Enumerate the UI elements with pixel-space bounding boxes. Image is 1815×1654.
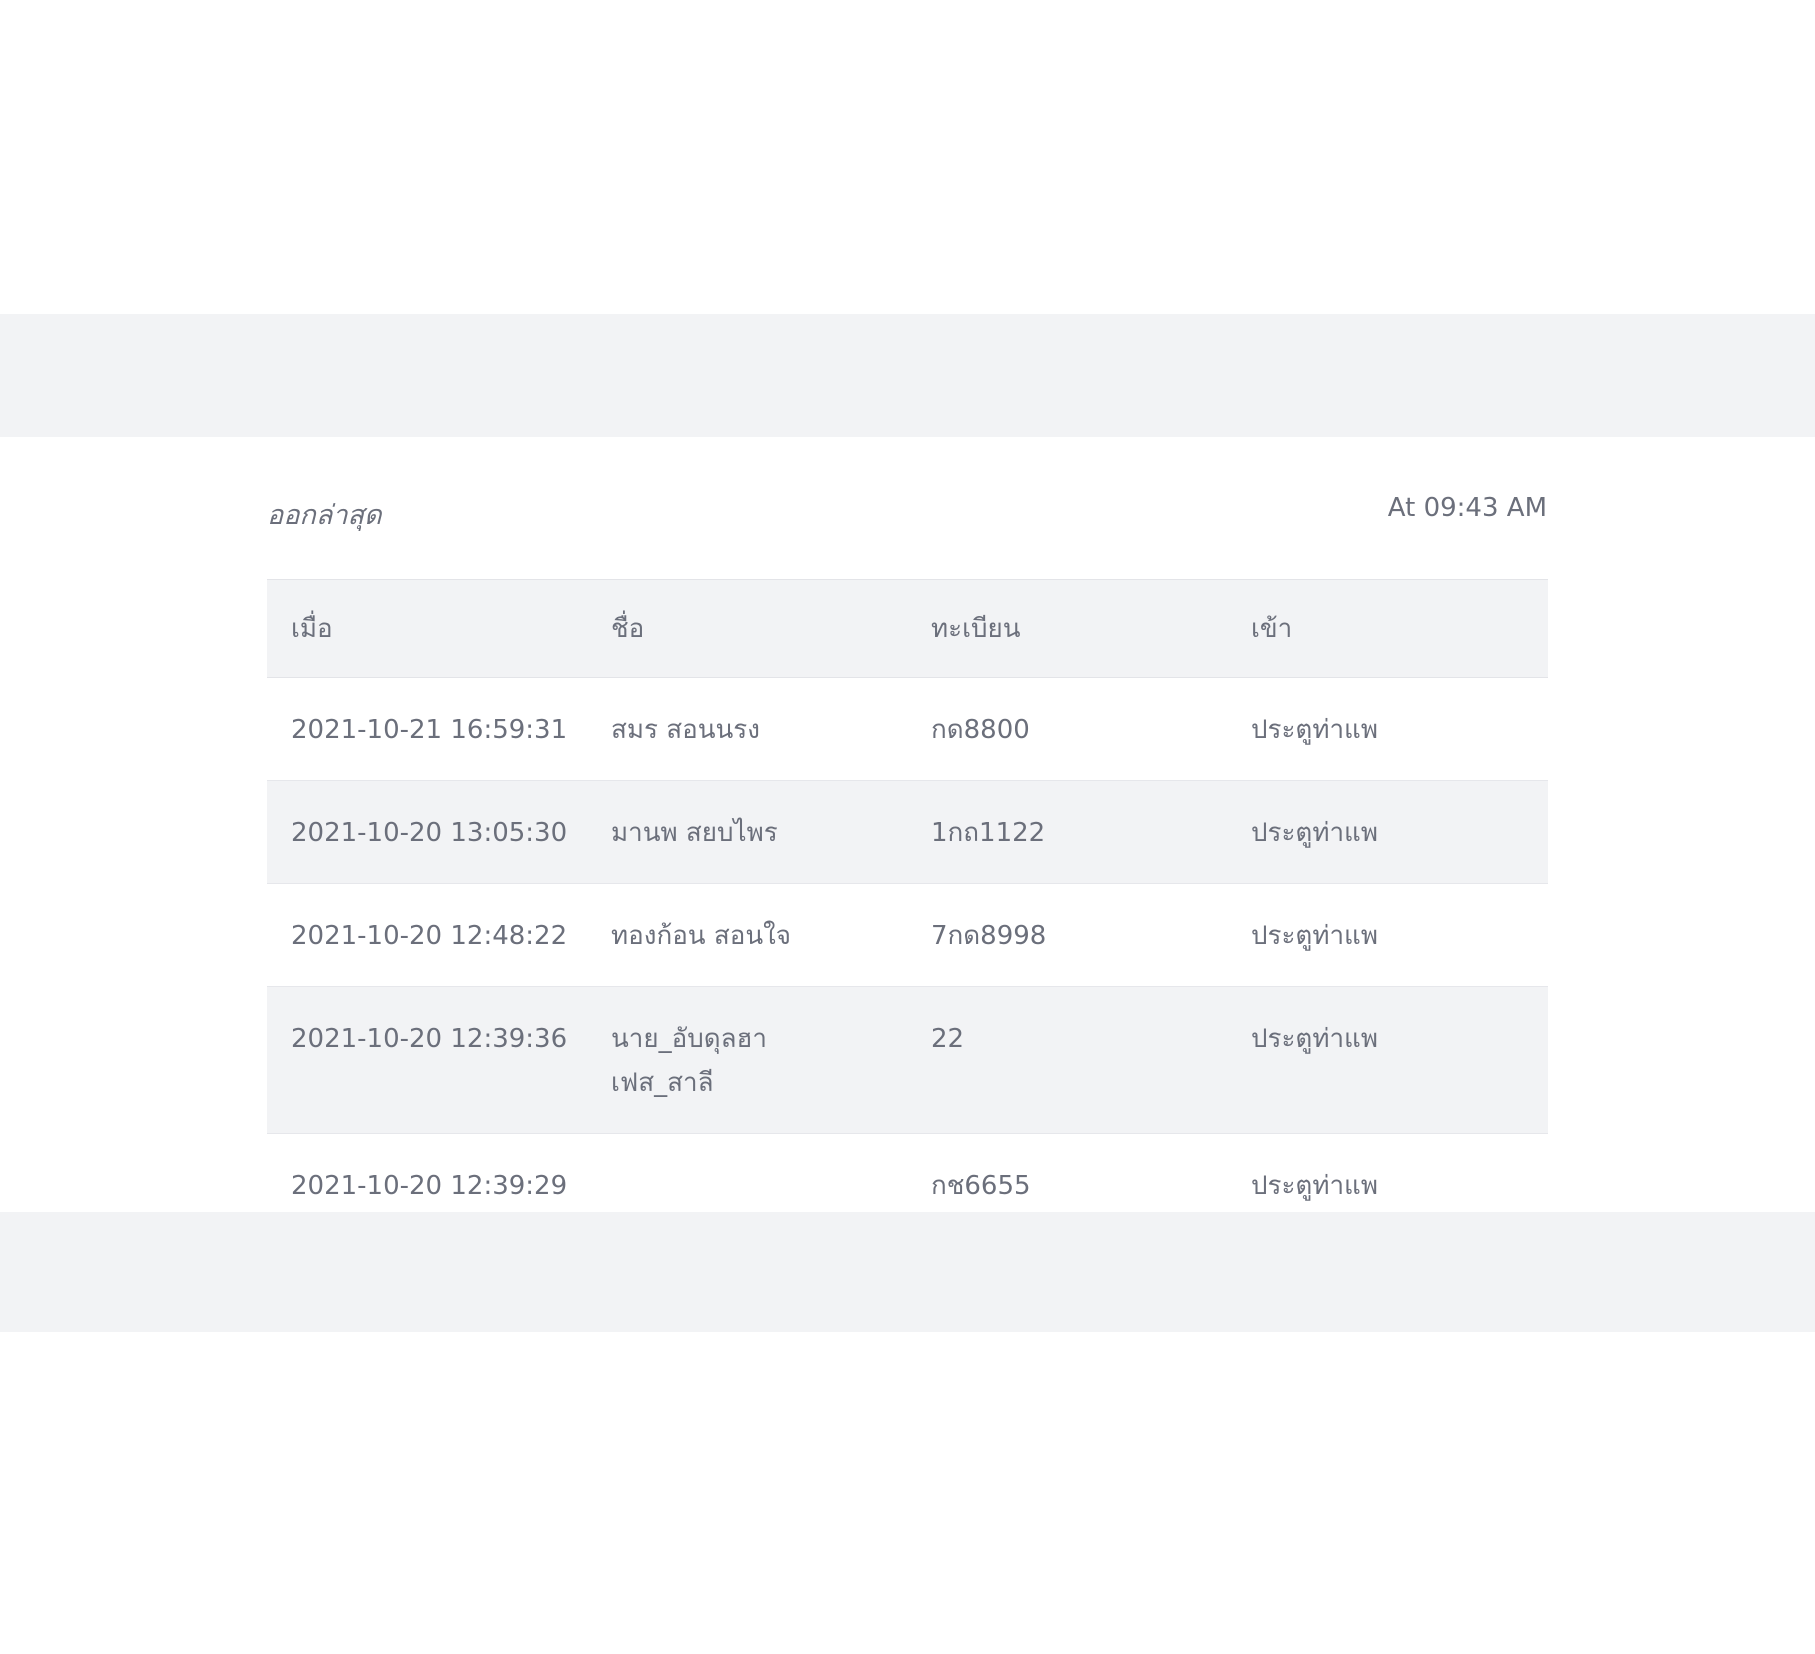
cell-when: 2021-10-20 12:39:29 bbox=[291, 1171, 568, 1201]
cell-gate: ประตูท่าแพ bbox=[1251, 1171, 1378, 1201]
cell-gate: ประตูท่าแพ bbox=[1227, 780, 1548, 884]
cell-when: 2021-10-20 13:05:30 bbox=[267, 780, 587, 884]
table-row[interactable]: 2021-10-20 13:05:30 มานพ สยบไพร 1กถ1122 … bbox=[267, 780, 1548, 884]
cell-plate: กด8800 bbox=[907, 677, 1227, 781]
updated-time: At 09:43 AM bbox=[1387, 493, 1547, 523]
cell-plate: 1กถ1122 bbox=[907, 780, 1227, 884]
exit-log-table: เมื่อ ชื่อ ทะเบียน เข้า 2021-10-21 16:59… bbox=[267, 579, 1548, 1236]
cell-plate: 7กด8998 bbox=[907, 883, 1227, 987]
table-header-row: เมื่อ ชื่อ ทะเบียน เข้า bbox=[267, 579, 1548, 678]
cell-name: นาย_อับดุลฮา เฟส_สาลี bbox=[587, 986, 907, 1134]
cell-gate: ประตูท่าแพ bbox=[1227, 883, 1548, 987]
card-title: ออกล่าสุด bbox=[267, 500, 382, 531]
cell-plate: กช6655 bbox=[931, 1171, 1031, 1201]
card-header: ออกล่าสุด At 09:43 AM bbox=[267, 493, 1547, 533]
cell-when: 2021-10-20 12:39:36 bbox=[267, 986, 587, 1134]
latest-exit-card: ออกล่าสุด At 09:43 AM เมื่อ ชื่อ ทะเบียน… bbox=[202, 437, 1613, 1212]
column-header-when[interactable]: เมื่อ bbox=[267, 579, 587, 678]
cell-when: 2021-10-20 12:48:22 bbox=[267, 883, 587, 987]
cell-name: สมร สอนนรง bbox=[587, 677, 907, 781]
cell-name: มานพ สยบไพร bbox=[587, 780, 907, 884]
cell-when: 2021-10-21 16:59:31 bbox=[267, 677, 587, 781]
table-row[interactable]: 2021-10-20 12:48:22 ทองก้อน สอนใจ 7กด899… bbox=[267, 883, 1548, 987]
page: ออกล่าสุด At 09:43 AM เมื่อ ชื่อ ทะเบียน… bbox=[0, 0, 1815, 1654]
cell-name: ทองก้อน สอนใจ bbox=[587, 883, 907, 987]
cell-name-line-2: เฟส_สาลี bbox=[611, 1068, 714, 1098]
column-header-name[interactable]: ชื่อ bbox=[587, 579, 907, 678]
table-row[interactable]: 2021-10-20 12:39:29 กช6655 ประตูท่าแพ bbox=[267, 1134, 1548, 1237]
column-header-plate[interactable]: ทะเบียน bbox=[907, 579, 1227, 678]
cell-gate: ประตูท่าแพ bbox=[1227, 677, 1548, 781]
cell-plate: 22 bbox=[907, 986, 1227, 1134]
table-row[interactable]: 2021-10-20 12:39:36 นาย_อับดุลฮา เฟส_สาล… bbox=[267, 986, 1548, 1134]
cell-name-line-1: นาย_อับดุลฮา bbox=[611, 1024, 768, 1054]
cell-name bbox=[587, 1134, 907, 1237]
table-row[interactable]: 2021-10-21 16:59:31 สมร สอนนรง กด8800 ปร… bbox=[267, 677, 1548, 781]
cell-gate: ประตูท่าแพ bbox=[1227, 986, 1548, 1134]
top-band bbox=[0, 314, 1815, 437]
column-header-gate[interactable]: เข้า bbox=[1227, 579, 1548, 678]
